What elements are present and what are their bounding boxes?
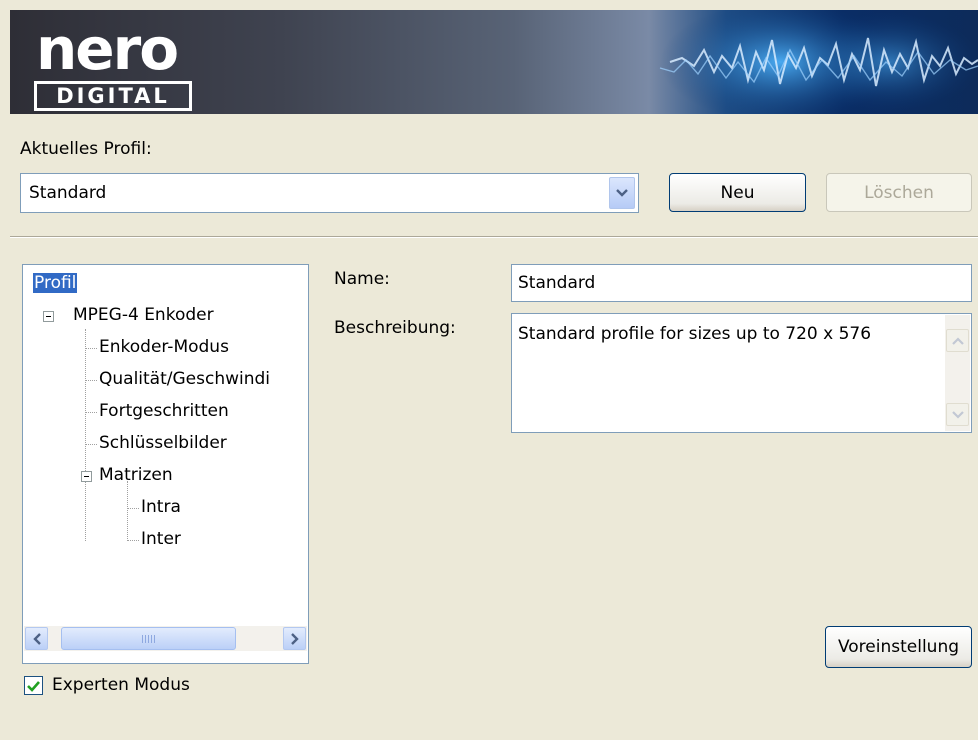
chevron-left-icon xyxy=(32,632,41,645)
tree-item-inter[interactable]: Inter xyxy=(141,529,181,549)
delete-profile-button[interactable]: Löschen xyxy=(826,173,972,212)
tree-collapse-mpeg4-icon[interactable] xyxy=(43,311,54,322)
tree-item-matrices[interactable]: Matrizen xyxy=(99,465,173,485)
tree-connector xyxy=(85,412,97,413)
expert-mode-checkbox[interactable] xyxy=(24,676,43,695)
tree-connector xyxy=(85,444,97,445)
expert-mode-label: Experten Modus xyxy=(52,675,190,695)
tree-item-intra[interactable]: Intra xyxy=(141,497,181,517)
scroll-down-button[interactable] xyxy=(946,403,969,426)
chevron-down-icon xyxy=(951,410,964,419)
grip-icon xyxy=(141,634,156,643)
combobox-dropdown-button[interactable] xyxy=(609,177,635,209)
chevron-right-icon xyxy=(290,632,299,645)
tree-connector xyxy=(127,481,128,541)
chevron-up-icon xyxy=(951,336,964,345)
description-field-value: Standard profile for sizes up to 720 x 5… xyxy=(518,324,872,344)
profile-combobox[interactable]: Standard xyxy=(20,173,639,213)
tree-connector xyxy=(127,540,139,541)
settings-tree[interactable]: Profil MPEG-4 Enkoder Enkoder-Modus Qual… xyxy=(22,264,309,664)
tree-connector xyxy=(85,348,97,349)
tree-item-quality-speed[interactable]: Qualität/Geschwindi xyxy=(99,369,270,389)
profile-combobox-value: Standard xyxy=(29,183,107,203)
scrollbar-thumb[interactable] xyxy=(61,627,236,650)
tree-item-profile[interactable]: Profil xyxy=(33,273,78,293)
chevron-down-icon xyxy=(616,189,628,197)
tree-item-keyframes[interactable]: Schlüsselbilder xyxy=(99,433,227,453)
defaults-button[interactable]: Voreinstellung xyxy=(825,626,972,668)
scroll-left-button[interactable] xyxy=(25,627,48,650)
tree-connector xyxy=(85,380,97,381)
name-field-value: Standard xyxy=(518,273,596,293)
logo-subtitle: DIGITAL xyxy=(34,81,192,111)
tree-item-encoder-mode[interactable]: Enkoder-Modus xyxy=(99,337,229,357)
tree-item-mpeg4-encoder[interactable]: MPEG-4 Enkoder xyxy=(73,305,214,325)
tree-horizontal-scrollbar[interactable] xyxy=(24,626,307,651)
name-field[interactable]: Standard xyxy=(511,264,972,302)
tree-connector xyxy=(85,329,86,541)
name-label: Name: xyxy=(334,269,390,289)
checkmark-icon xyxy=(27,680,40,692)
current-profile-label: Aktuelles Profil: xyxy=(20,139,152,159)
description-vertical-scrollbar[interactable] xyxy=(945,315,970,431)
tree-connector xyxy=(127,508,139,509)
logo-wordmark: nero xyxy=(36,15,179,83)
scroll-up-button[interactable] xyxy=(946,329,969,352)
tree-item-advanced[interactable]: Fortgeschritten xyxy=(99,401,229,421)
description-field[interactable]: Standard profile for sizes up to 720 x 5… xyxy=(511,313,972,433)
nero-digital-banner: nero DIGITAL xyxy=(10,10,978,114)
description-label: Beschreibung: xyxy=(334,318,456,338)
scroll-right-button[interactable] xyxy=(283,627,306,650)
new-profile-button[interactable]: Neu xyxy=(669,173,806,212)
nero-digital-logo: nero DIGITAL xyxy=(32,20,194,112)
separator-line xyxy=(10,236,978,238)
tree-collapse-matrices-icon[interactable] xyxy=(81,471,92,482)
